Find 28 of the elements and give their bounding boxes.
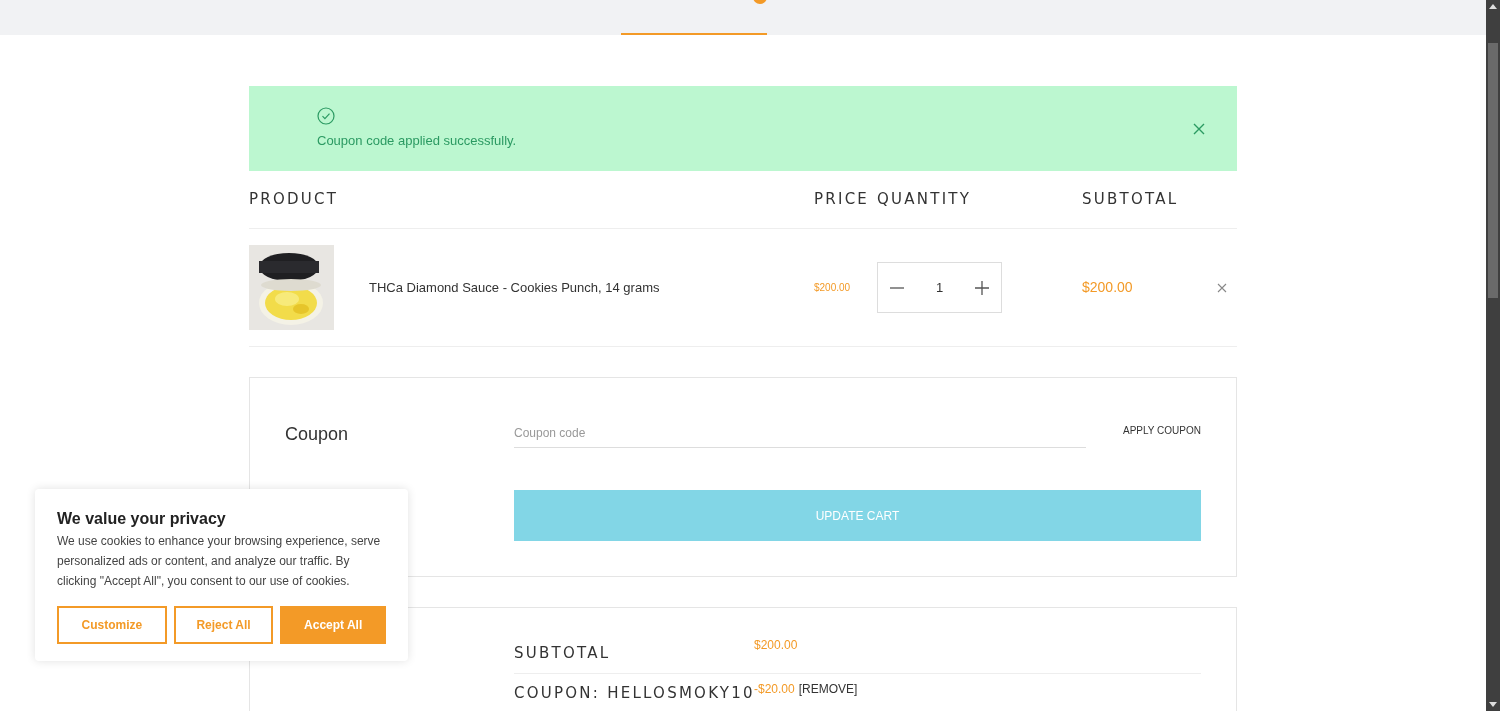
scrollbar-thumb[interactable] — [1488, 43, 1498, 298]
scrollbar[interactable] — [1486, 0, 1500, 711]
column-header: QUANTITY — [877, 189, 973, 211]
column-header: PRICE — [814, 189, 871, 211]
subtotal-cell-text: $200.00 — [1082, 278, 1134, 297]
remove-coupon-link[interactable]: [REMOVE] — [798, 680, 858, 698]
scroll-up-icon[interactable] — [1489, 4, 1497, 9]
apply-coupon-button[interactable]: APPLY COUPON — [1123, 423, 1201, 438]
quantity-value[interactable]: 1 — [935, 277, 944, 298]
coupon-title: Coupon — [285, 423, 349, 446]
totals-label: SUBTOTAL — [514, 643, 612, 664]
notice-message: Coupon code applied successfully. — [317, 131, 518, 150]
coupon-field[interactable]: Coupon code — [514, 418, 1086, 448]
banner-text: We use cookies to enhance your browsing experience, serve personalized ads or content, and analyze our traffic. By clicking "Accept All", you consent to our use of cookies. — [57, 533, 382, 590]
totals-label: COUPON: HELLOSMOKY10 — [514, 683, 754, 704]
totals-value: -$20.00 — [754, 681, 795, 698]
column-header: SUBTOTAL — [1082, 189, 1179, 211]
plus-icon[interactable] — [975, 280, 989, 295]
product-name[interactable]: THCa Diamond Sauce - Cookies Punch, 14 grams — [369, 277, 814, 298]
totals-value: $200.00 — [754, 637, 798, 654]
close-icon[interactable] — [1192, 121, 1206, 136]
scroll-down-icon[interactable] — [1489, 702, 1497, 707]
column-header: PRODUCT — [249, 189, 340, 211]
step-tab[interactable] — [621, 0, 767, 35]
banner-title: We value your privacy — [57, 509, 227, 529]
remove-icon[interactable] — [1217, 282, 1227, 293]
check-circle-icon — [317, 106, 335, 125]
price-cell-text: $200.00 — [814, 281, 852, 295]
